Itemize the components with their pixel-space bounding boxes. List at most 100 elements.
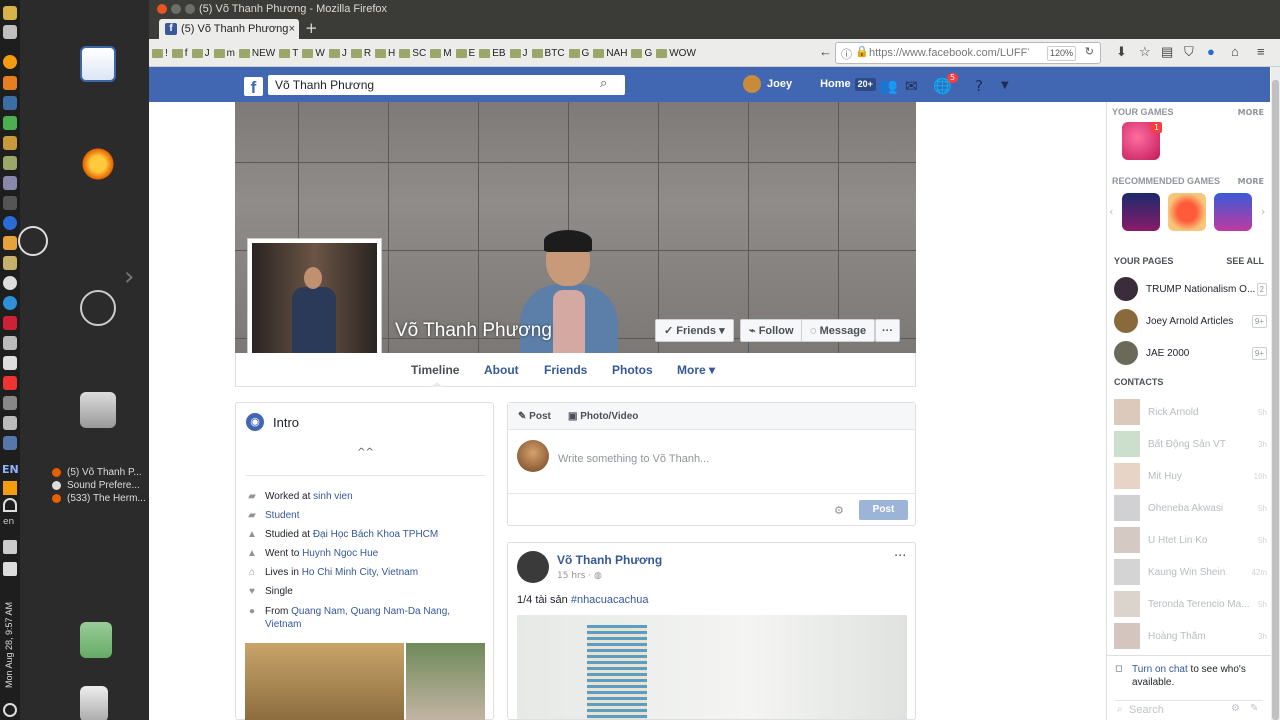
- archive-icon[interactable]: [80, 392, 116, 428]
- lock-icon[interactable]: 🔒: [855, 45, 869, 58]
- app-icon[interactable]: [3, 25, 17, 39]
- browser-tab[interactable]: f (5) Võ Thanh Phương ×: [159, 19, 299, 39]
- firefox-icon[interactable]: [80, 146, 116, 182]
- chevron-right-icon[interactable]: ›: [1261, 205, 1265, 218]
- reload-icon[interactable]: ↻: [1085, 45, 1094, 58]
- messenger-icon[interactable]: ✉: [905, 77, 918, 95]
- contact-item[interactable]: Kaung Win Shein 42m: [1114, 559, 1267, 585]
- new-slots-game-icon[interactable]: [1214, 193, 1252, 231]
- tab-about[interactable]: About: [484, 363, 519, 377]
- app-icon[interactable]: [3, 276, 17, 290]
- bookmark-item[interactable]: f: [171, 48, 188, 59]
- turn-on-chat-link[interactable]: Turn on chat: [1132, 664, 1188, 675]
- bookmark-item[interactable]: G: [568, 48, 589, 59]
- hometown-link[interactable]: Quang Nam, Quang Nam-Da Nang, Vietnam: [265, 606, 450, 630]
- chat-search-input[interactable]: Search: [1115, 700, 1263, 718]
- contact-item[interactable]: U Htet Lin Ko 5h: [1114, 527, 1267, 553]
- photo-thumbnail[interactable]: [406, 643, 485, 720]
- post-button[interactable]: Post: [859, 500, 908, 520]
- terminal-icon[interactable]: [3, 196, 17, 210]
- network-icon[interactable]: [3, 481, 17, 495]
- info-icon[interactable]: ⓘ: [841, 46, 852, 62]
- menu-icon[interactable]: ≡: [1257, 44, 1265, 59]
- bookmark-item[interactable]: R: [350, 48, 371, 59]
- search-icon[interactable]: ⌕: [600, 76, 607, 91]
- page-item[interactable]: Joey Arnold Articles 9+: [1114, 309, 1267, 333]
- contact-item[interactable]: Bất Động Sản VT 3h: [1114, 431, 1267, 457]
- profile-link[interactable]: Joey: [767, 78, 792, 90]
- tab-photos[interactable]: Photos: [612, 363, 653, 377]
- chevron-left-icon[interactable]: ‹: [1109, 205, 1113, 218]
- app-icon[interactable]: [3, 236, 17, 250]
- message-button[interactable]: ◌ Message: [801, 319, 876, 342]
- more-link[interactable]: MORE: [1238, 177, 1264, 186]
- work-link[interactable]: sinh vien: [313, 491, 352, 502]
- bookmark-star-icon[interactable]: ☆: [1139, 44, 1151, 60]
- wifi-icon[interactable]: [3, 498, 17, 512]
- game-icon[interactable]: [1168, 193, 1206, 231]
- post-options-icon[interactable]: ···: [894, 549, 906, 564]
- gear-icon[interactable]: ⚙: [834, 504, 844, 517]
- help-icon[interactable]: ?: [975, 77, 983, 95]
- clock[interactable]: Mon Aug 28, 9:57 AM: [4, 602, 14, 688]
- chevron-down-icon[interactable]: ▼: [1001, 80, 1009, 91]
- app-icon[interactable]: [3, 136, 17, 150]
- minimize-window-button[interactable]: [171, 4, 181, 14]
- app-icon[interactable]: [3, 6, 17, 20]
- app-icon[interactable]: [3, 216, 17, 230]
- friends-button[interactable]: ✓ Friends ▾: [655, 319, 734, 342]
- task-item[interactable]: Sound Prefere...: [48, 479, 148, 492]
- composer-tab-post[interactable]: ✎ Post: [518, 411, 551, 422]
- tab-more[interactable]: More ▾: [677, 363, 715, 377]
- home-icon[interactable]: ⌂: [1231, 44, 1239, 59]
- document-viewer-icon[interactable]: [80, 46, 116, 82]
- more-link[interactable]: MORE: [1238, 108, 1264, 117]
- slots-game-icon[interactable]: [1122, 193, 1160, 231]
- hashtag-link[interactable]: #nhacuacachua: [571, 594, 649, 606]
- app-icon[interactable]: [3, 96, 17, 110]
- keyboard-layout[interactable]: en: [3, 517, 14, 527]
- friend-requests-icon[interactable]: 👥: [879, 77, 898, 95]
- page-item[interactable]: TRUMP Nationalism O... 2: [1114, 277, 1267, 301]
- bookmark-item[interactable]: EB: [479, 48, 506, 59]
- contact-item[interactable]: Teronda Terencio Ma... 5h: [1114, 591, 1267, 617]
- app-icon[interactable]: [3, 336, 17, 350]
- avatar[interactable]: [743, 75, 761, 93]
- avatar[interactable]: [517, 551, 549, 583]
- task-item[interactable]: (5) Võ Thanh P...: [48, 466, 148, 479]
- post-author[interactable]: Võ Thanh Phương: [557, 553, 662, 567]
- volume-icon[interactable]: [3, 562, 17, 576]
- app-icon[interactable]: [3, 156, 17, 170]
- bookmark-item[interactable]: NAH: [593, 48, 627, 59]
- app-icon[interactable]: [3, 76, 17, 90]
- url-text[interactable]: https://www.facebook.com/LUFFY: [869, 47, 1029, 59]
- bookmark-item[interactable]: NEW: [238, 48, 275, 59]
- close-window-button[interactable]: [157, 4, 167, 14]
- tab-timeline[interactable]: Timeline: [411, 363, 459, 377]
- contact-item[interactable]: Oheneba Akwasi 5h: [1114, 495, 1267, 521]
- follow-button[interactable]: ⌁ Follow: [740, 319, 803, 342]
- app-icon[interactable]: [3, 116, 17, 130]
- app-icon[interactable]: [3, 356, 17, 370]
- chrome-icon[interactable]: [3, 296, 17, 310]
- app-icon[interactable]: [3, 316, 17, 330]
- composer-tab-photo[interactable]: ▣ Photo/Video: [568, 411, 638, 422]
- see-all-link[interactable]: SEE ALL: [1226, 256, 1264, 266]
- app-icon[interactable]: [3, 436, 17, 450]
- new-tab-button[interactable]: +: [305, 18, 318, 38]
- facebook-logo[interactable]: f: [244, 77, 263, 97]
- shield-icon[interactable]: ⛉: [1184, 44, 1194, 60]
- power-icon[interactable]: [3, 703, 17, 717]
- composer-input[interactable]: Write something to Võ Thanh...: [558, 453, 709, 465]
- app-icon[interactable]: [3, 256, 17, 270]
- bookmark-item[interactable]: BTC: [531, 48, 565, 59]
- contact-item[interactable]: Rick Arnold 5h: [1114, 399, 1267, 425]
- gear-icon[interactable]: ⚙: [1231, 703, 1240, 714]
- bookmark-item[interactable]: WOW: [656, 48, 696, 59]
- url-bar[interactable]: ⓘ 🔒 https://www.facebook.com/LUFFY 120% …: [835, 42, 1101, 64]
- bookmark-item[interactable]: J: [509, 48, 528, 59]
- bookmark-item[interactable]: J: [191, 48, 210, 59]
- post-time[interactable]: 15 hrs · ◍: [557, 571, 602, 581]
- chevron-right-icon[interactable]: ›: [124, 262, 134, 292]
- app-icon[interactable]: [3, 376, 17, 390]
